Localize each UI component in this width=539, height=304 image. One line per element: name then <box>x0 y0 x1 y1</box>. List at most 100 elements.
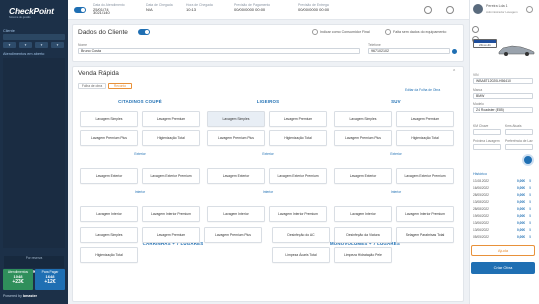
user-avatar[interactable] <box>473 4 483 14</box>
service-button[interactable]: Lavagem Simples <box>80 111 138 127</box>
tab-work-sheet[interactable]: Folha de obra <box>78 83 106 89</box>
service-button[interactable]: Lavagem Simples <box>207 111 265 127</box>
help-button[interactable]: Ajuda <box>471 245 535 256</box>
sidebar-filter-button-1[interactable]: ▾ <box>3 42 16 48</box>
no-equipment-radio[interactable] <box>385 29 391 35</box>
stat-to-pay[interactable]: Para Pagar 1648 +12€ <box>35 269 65 290</box>
service-button[interactable]: Limpeza Hidratação Pele <box>334 247 392 263</box>
service-button[interactable]: Limpeza Ácaris Total <box>272 247 330 263</box>
service-button[interactable]: Lavagem Exterior Premium <box>269 168 327 184</box>
category-title-ligeiros: LIGEIROS <box>256 99 280 104</box>
job-header: Data do Atendimento 25/01/74 3021/140 Da… <box>68 0 469 20</box>
show-more-link[interactable]: Exterior <box>334 152 458 156</box>
service-button[interactable]: Lavagem Exterior <box>207 168 265 184</box>
reserve-counter-label: Por reserva <box>25 256 43 260</box>
km-key-input[interactable] <box>473 129 501 135</box>
service-button[interactable]: Higienização Total <box>396 130 454 146</box>
service-button[interactable]: Lavagem Premium Plus <box>207 130 265 146</box>
chat-icon[interactable] <box>522 154 534 166</box>
edit-work-sheet-link[interactable]: Editar da Folha de Obra <box>405 88 440 92</box>
service-button[interactable]: Lavagem Premium Plus <box>204 227 262 243</box>
km-current-input[interactable] <box>505 129 533 135</box>
show-more-link[interactable]: Exterior <box>78 152 202 156</box>
client-section-label: Cliente <box>3 29 15 33</box>
service-button[interactable]: Selagem Parabrisas Total <box>396 227 454 243</box>
stat-attendances[interactable]: Atendimentos 1048 +23€ <box>3 269 33 290</box>
service-button[interactable]: Lavagem Exterior <box>334 168 392 184</box>
service-button[interactable]: Lavagem Premium <box>142 227 200 243</box>
history-row[interactable]: 05/05/2022 0,00€ 5 <box>473 235 531 240</box>
history-date: 19/06/2022 <box>473 214 489 218</box>
service-button[interactable]: Lavagem Interior Premium <box>142 206 200 222</box>
history-row[interactable]: 28/08/2022 0,00€ 5 <box>473 207 531 212</box>
history-count: 5 <box>529 235 531 239</box>
collapse-chevron-icon[interactable]: ⌃ <box>452 69 456 75</box>
client-toggle[interactable] <box>138 29 150 35</box>
history-row[interactable]: 16/06/2022 0,00€ 5 <box>473 186 531 191</box>
history-icon[interactable] <box>472 26 479 33</box>
service-button[interactable]: Lavagem Interior Premium <box>269 206 327 222</box>
final-consumer-radio[interactable] <box>312 29 318 35</box>
job-toggle[interactable] <box>74 7 86 13</box>
client-name-label: Nome <box>78 43 88 47</box>
sidebar-filter-button-3[interactable]: ▾ <box>35 42 48 48</box>
logout-icon[interactable] <box>526 6 533 13</box>
service-button[interactable]: Lavagem Premium Plus <box>80 130 138 146</box>
service-button[interactable]: Higienização Total <box>80 247 138 263</box>
client-name-input[interactable]: Bruno Costa <box>78 48 360 54</box>
show-more-link[interactable]: Exterior <box>206 152 330 156</box>
stat-to-pay-amount: +12€ <box>44 279 56 285</box>
service-button[interactable]: Lavagem Exterior <box>80 168 138 184</box>
client-phone-input[interactable]: 967102102 <box>368 48 450 54</box>
brand-label: Marca <box>473 88 483 92</box>
history-row[interactable]: 13/06/2022 0,00€ 5 <box>473 228 531 233</box>
open-jobs-list[interactable] <box>3 58 65 248</box>
delete-icon[interactable] <box>424 6 432 14</box>
vin-input[interactable]: WBA8T12020LH56410 <box>473 78 533 84</box>
wash-preference-input[interactable] <box>505 144 533 150</box>
create-job-button[interactable]: Criar Obra <box>471 262 535 274</box>
tab-recount[interactable]: Reconto <box>108 83 132 89</box>
sidebar-filter-button-4[interactable]: ▾ <box>51 42 64 48</box>
service-button[interactable]: Lavagem Interior <box>80 206 138 222</box>
print-icon[interactable] <box>446 6 454 14</box>
service-button[interactable]: Lavagem Interior <box>334 206 392 222</box>
powered-by-brand: bmaster <box>22 294 37 298</box>
service-button[interactable]: Higienização Total <box>142 130 200 146</box>
service-button[interactable]: Lavagem Premium <box>396 111 454 127</box>
history-date: 13/06/2022 <box>473 221 489 225</box>
sidebar-filter-button-2[interactable]: ▾ <box>19 42 32 48</box>
history-row[interactable]: 28/05/2022 0,00€ 5 <box>473 193 531 198</box>
history-date: 13/06/2022 <box>473 228 489 232</box>
show-more-link[interactable]: Interior <box>334 190 458 194</box>
history-row[interactable]: 13.08.2022 0,00€ 5 <box>473 179 531 184</box>
brand-input[interactable]: BMW <box>473 93 533 99</box>
service-button[interactable]: Desinfeção da Viatura <box>334 227 392 243</box>
history-row[interactable]: 13/08/2022 0,00€ 5 <box>473 200 531 205</box>
sidebar-search-input[interactable] <box>3 34 65 40</box>
service-button[interactable]: Lavagem Premium <box>142 111 200 127</box>
powered-by: Powered by bmaster <box>3 294 37 298</box>
service-button[interactable]: Lavagem Premium <box>269 111 327 127</box>
license-plate: 29-xx-41 <box>473 39 497 48</box>
history-row[interactable]: 19/06/2022 0,00€ 5 <box>473 214 531 219</box>
service-button[interactable]: Lavagem Simples <box>334 111 392 127</box>
no-equipment-label: Falta sem dados do equipamento <box>393 30 447 34</box>
service-button[interactable]: Lavagem Exterior Premium <box>142 168 200 184</box>
service-button[interactable]: Lavagem Interior Premium <box>396 206 454 222</box>
history-date: 13.08.2022 <box>473 179 489 183</box>
service-button[interactable]: Lavagem Exterior Premium <box>396 168 454 184</box>
service-button[interactable]: Lavagem Simples <box>80 227 138 243</box>
service-button[interactable]: Lavagem Premium Plus <box>334 130 392 146</box>
open-jobs-label: Atendimentos em aberto <box>3 52 45 56</box>
show-more-link[interactable]: Interior <box>206 190 330 194</box>
show-more-link[interactable]: Interior <box>78 190 202 194</box>
service-button[interactable]: Desinfeção do AC <box>272 227 330 243</box>
model-input[interactable]: Z4 Roadster (E85) <box>473 107 533 113</box>
service-button[interactable]: Lavagem Interior <box>207 206 265 222</box>
history-price: 0,00€ <box>517 186 525 190</box>
next-wash-input[interactable] <box>473 144 501 150</box>
history-row[interactable]: 13/06/2022 0,00€ 5 <box>473 221 531 226</box>
plate-number: 29-xx-41 <box>479 42 491 47</box>
service-button[interactable]: Higienização Total <box>269 130 327 146</box>
